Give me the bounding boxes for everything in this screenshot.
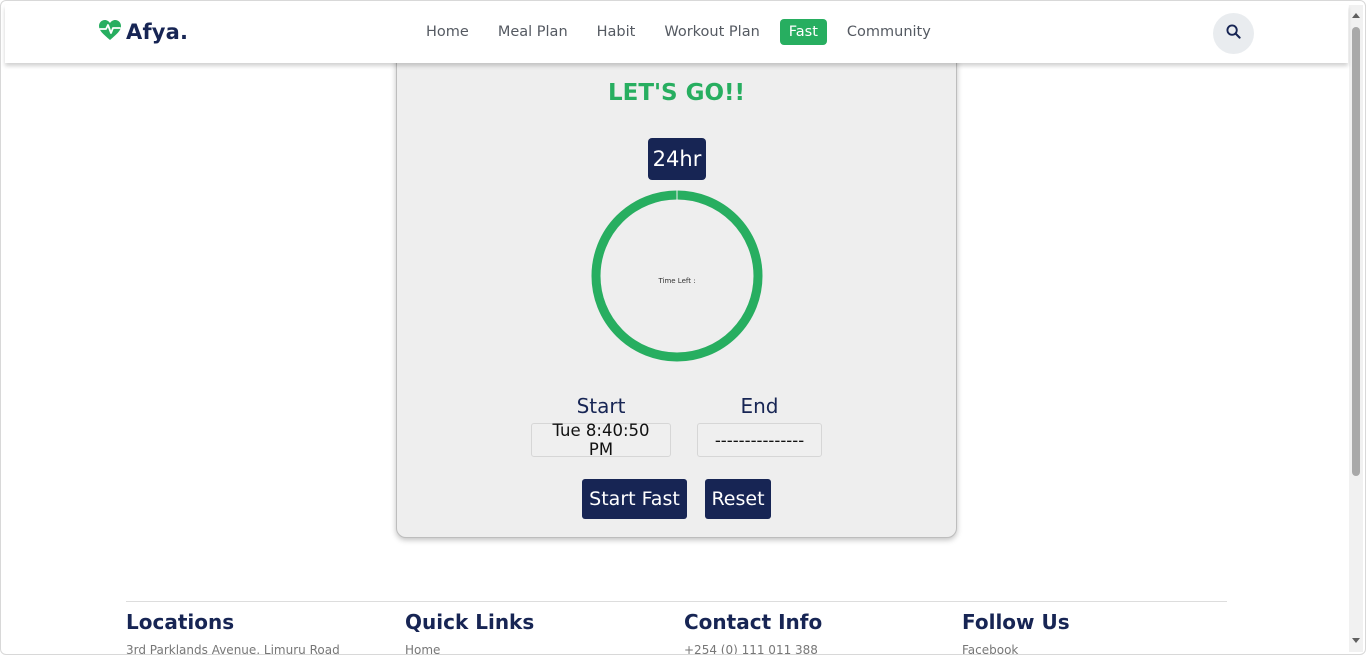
fast-card: LET'S GO!! 24hr Time Left : Start Tue 8:… bbox=[396, 41, 957, 538]
nav-home[interactable]: Home bbox=[417, 19, 478, 45]
site-header: Afya. Home Meal Plan Habit Workout Plan … bbox=[5, 5, 1348, 63]
vertical-scrollbar[interactable] bbox=[1349, 5, 1363, 652]
progress-ring-arc bbox=[591, 190, 763, 362]
browser-viewport: Afya. Home Meal Plan Habit Workout Plan … bbox=[0, 0, 1366, 655]
footer-contact-info: Contact Info +254 (0) 111 011 388 bbox=[684, 610, 823, 654]
duration-button[interactable]: 24hr bbox=[648, 138, 706, 180]
heart-pulse-icon bbox=[98, 19, 122, 45]
footer-social-link[interactable]: Facebook bbox=[962, 643, 1070, 654]
end-label: End bbox=[740, 394, 779, 418]
search-button[interactable] bbox=[1213, 13, 1254, 54]
nav-habit[interactable]: Habit bbox=[588, 19, 645, 45]
main-nav: Home Meal Plan Habit Workout Plan Fast C… bbox=[417, 19, 951, 45]
footer-locations: Locations 3rd Parklands Avenue, Limuru R… bbox=[126, 610, 340, 655]
footer-quick-links: Quick Links Home bbox=[405, 610, 535, 654]
scroll-thumb[interactable] bbox=[1352, 27, 1360, 476]
progress-ring bbox=[591, 190, 763, 362]
footer-link[interactable]: Home bbox=[405, 643, 534, 654]
footer-heading: Locations bbox=[126, 610, 235, 634]
fast-headline: LET'S GO!! bbox=[607, 80, 746, 106]
footer-text: 3rd Parklands Avenue, Limuru Road bbox=[126, 643, 340, 655]
footer-phone[interactable]: +254 (0) 111 011 388 bbox=[684, 643, 822, 654]
search-icon bbox=[1226, 24, 1241, 43]
brand-name: Afya. bbox=[126, 20, 189, 44]
nav-meal-plan[interactable]: Meal Plan bbox=[489, 19, 577, 45]
start-group: Start Tue 8:40:50 PM bbox=[531, 394, 671, 459]
footer-heading: Quick Links bbox=[405, 610, 535, 634]
scroll-down-icon[interactable] bbox=[1352, 638, 1360, 643]
start-label: Start bbox=[576, 394, 626, 418]
reset-button[interactable]: Reset bbox=[705, 479, 771, 519]
footer-heading: Contact Info bbox=[684, 610, 823, 634]
nav-community[interactable]: Community bbox=[838, 19, 940, 45]
end-group: End --------------- bbox=[697, 394, 822, 457]
nav-fast[interactable]: Fast bbox=[779, 19, 827, 45]
nav-workout-plan[interactable]: Workout Plan bbox=[655, 19, 768, 45]
end-time-field: --------------- bbox=[697, 423, 822, 457]
brand-logo[interactable]: Afya. bbox=[98, 19, 188, 45]
footer-divider bbox=[126, 601, 1227, 602]
time-left-label: Time Left : bbox=[658, 277, 696, 285]
scroll-up-icon[interactable] bbox=[1352, 13, 1360, 18]
footer-heading: Follow Us bbox=[962, 610, 1070, 634]
start-time-field: Tue 8:40:50 PM bbox=[531, 421, 671, 459]
start-fast-button[interactable]: Start Fast bbox=[582, 479, 687, 519]
footer-follow-us: Follow Us Facebook bbox=[962, 610, 1070, 654]
